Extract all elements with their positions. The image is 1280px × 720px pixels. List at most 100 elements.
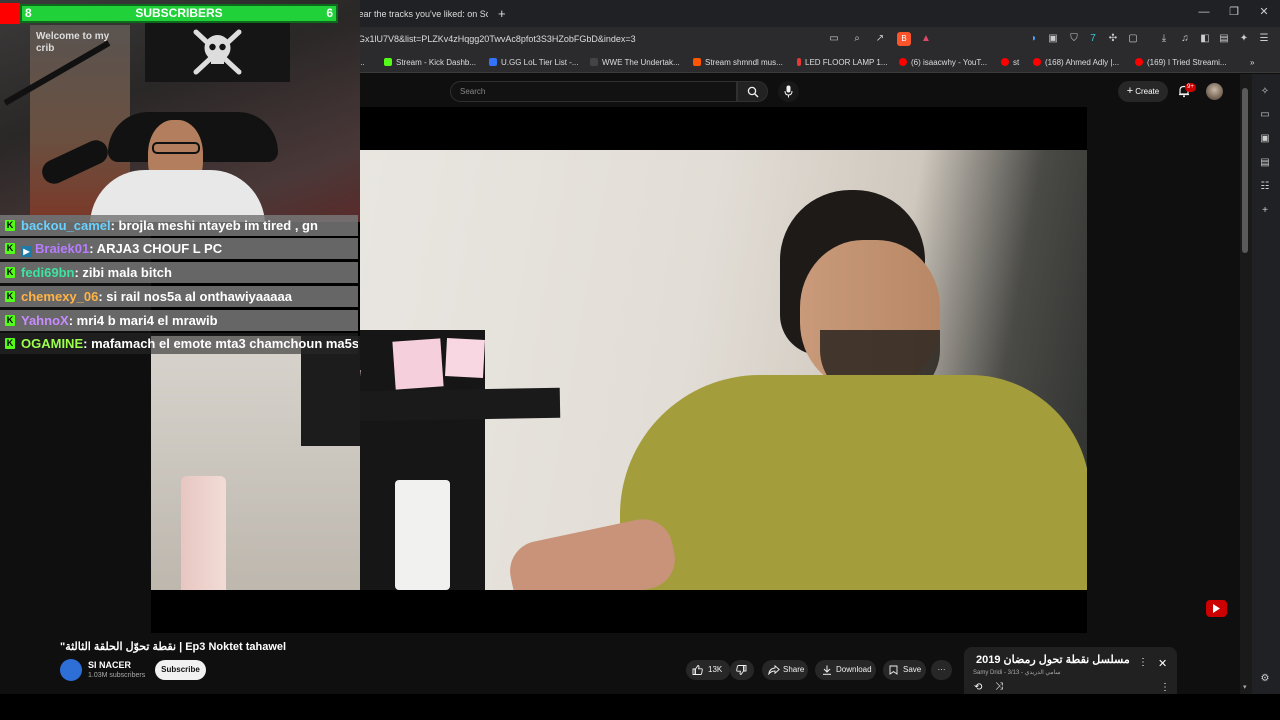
bookmark-item[interactable]: (168) Ahmed Adly |...	[1033, 56, 1128, 70]
minimize-button[interactable]: —	[1196, 4, 1212, 20]
shuffle-icon[interactable]: ⤨	[995, 681, 1003, 692]
playlist-meta: Samy Dridi - سامي الدريدي - 3/13	[973, 670, 1061, 676]
subscriber-badge: ▶	[21, 246, 32, 257]
webcam-overlay: Welcome to my crib	[0, 0, 360, 222]
channel-avatar[interactable]	[60, 659, 82, 681]
brave-rewards-icon[interactable]: ▲	[919, 32, 933, 46]
media-icon[interactable]: ♫	[1178, 32, 1192, 46]
youtube-icon	[1001, 58, 1009, 66]
bookmarks-more-button[interactable]: »	[1250, 56, 1260, 70]
more-actions-button[interactable]: ···	[931, 660, 952, 680]
leo-sidebar-icon[interactable]: ✧	[1258, 85, 1272, 99]
create-button[interactable]: + Create	[1118, 81, 1168, 102]
screen-cast-icon[interactable]: ▭	[827, 32, 841, 46]
notification-badge: 9+	[1185, 83, 1196, 92]
chat-username: backou_camel	[21, 218, 111, 233]
extension-box-icon[interactable]: ▢	[1126, 32, 1140, 46]
sidebar-settings-icon[interactable]: ⚙	[1258, 672, 1272, 686]
bookmark-item[interactable]: (6) isaacwhy - YouT...	[899, 56, 994, 70]
extensions-puzzle-icon[interactable]: ✣	[1106, 32, 1120, 46]
extension-image-icon[interactable]: ▣	[1046, 32, 1060, 46]
sidebar-bookmark-icon[interactable]: ▤	[1258, 156, 1272, 170]
channel-subscriber-count: 1.03M subscribers	[88, 672, 146, 679]
thumbs-down-icon	[736, 665, 747, 675]
youtube-icon	[899, 58, 907, 66]
bookmark-item[interactable]: Stream shmndl mus...	[693, 56, 788, 70]
voice-search-button[interactable]	[778, 81, 799, 102]
bookmark-label: WWE The Undertak...	[602, 58, 680, 67]
url-field[interactable]: Gx1lU7V8&list=PLZKv4zHqgg20TwvAc8pfot3S3…	[358, 34, 636, 44]
scrollbar-thumb[interactable]	[1242, 88, 1248, 253]
search-button[interactable]	[737, 81, 768, 102]
chat-message: K YahnoX: mri4 b mari4 el mrawib	[0, 310, 358, 331]
wwe-icon	[590, 58, 598, 66]
playlist-position: 3/13	[1007, 670, 1020, 676]
playlist-more-icon[interactable]: ⋮	[1160, 682, 1170, 693]
share-button[interactable]: Share	[762, 660, 808, 680]
close-playlist-icon[interactable]: ✕	[1158, 657, 1167, 670]
bookmark-item[interactable]: LED FLOOR LAMP 1...	[797, 56, 892, 70]
new-tab-button[interactable]: +	[498, 4, 512, 24]
like-button[interactable]: 13K	[686, 660, 730, 680]
kick-icon: K	[5, 243, 15, 254]
bookmark-item[interactable]: Stream - Kick Dashb...	[384, 56, 484, 70]
kick-icon: K	[5, 267, 15, 278]
wallet-icon[interactable]: ▤	[1217, 32, 1231, 46]
chat-username: YahnoX	[21, 313, 69, 328]
like-count: 13K	[708, 665, 723, 674]
kick-icon	[384, 58, 392, 66]
sticky-note	[392, 338, 444, 390]
chat-message: K backou_camel: brojla meshi ntayeb im t…	[0, 215, 358, 236]
tab-title: Hear the tracks you've liked: on Soun	[352, 9, 488, 19]
extension-shield-icon[interactable]: ⛉	[1067, 32, 1081, 46]
bookmark-item[interactable]: ...	[358, 56, 372, 70]
bookmark-label: st	[1013, 58, 1020, 67]
bottom-black-bar	[0, 694, 1280, 720]
loop-icon[interactable]: ⟲	[974, 682, 982, 693]
bookmark-item[interactable]: st	[1001, 56, 1031, 70]
browser-menu-icon[interactable]: ☰	[1257, 32, 1271, 46]
sticky-note	[445, 338, 485, 378]
downloads-icon[interactable]: ⤓	[1157, 32, 1171, 46]
dislike-button[interactable]	[730, 660, 754, 680]
download-button[interactable]: Download	[815, 660, 876, 680]
search-icon	[747, 86, 759, 98]
sub-count-right: 6	[326, 6, 333, 20]
chat-text: : zibi mala bitch	[74, 265, 172, 280]
sidebar-tabs-icon[interactable]: ▣	[1258, 132, 1272, 146]
download-icon	[823, 665, 831, 675]
channel-watermark[interactable]	[1206, 600, 1227, 617]
cup-shape	[395, 480, 450, 590]
brave-shield-icon[interactable]: B	[897, 32, 911, 46]
bookmark-label: Stream - Kick Dashb...	[396, 58, 477, 67]
extension-wave-icon[interactable]: ◗	[1027, 32, 1041, 46]
save-button[interactable]: Save	[883, 660, 926, 680]
extension-7tv-icon[interactable]: 7	[1086, 32, 1100, 46]
bookmark-item[interactable]: (169) I Tried Streami...	[1135, 56, 1235, 70]
playlist-title[interactable]: مسلسل نقطة تحول رمضان 2019	[976, 653, 1130, 666]
close-window-button[interactable]: ✕	[1256, 4, 1272, 20]
reading-list-icon[interactable]: ☷	[1258, 180, 1272, 194]
leo-ai-icon[interactable]: ✦	[1237, 32, 1251, 46]
chat-username: OGAMINE	[21, 336, 84, 351]
bookmark-item[interactable]: U.GG LoL Tier List -...	[489, 56, 579, 70]
bookmark-item[interactable]: WWE The Undertak...	[590, 56, 685, 70]
account-avatar[interactable]	[1206, 83, 1223, 100]
sidebar-add-icon[interactable]: +	[1258, 204, 1272, 218]
kick-icon: K	[5, 315, 15, 326]
sidebar-toggle-icon[interactable]: ◧	[1198, 32, 1212, 46]
playlist-menu-icon[interactable]: ⋮	[1138, 657, 1148, 668]
channel-name[interactable]: SI NACER	[88, 660, 131, 670]
youtube-icon	[1135, 58, 1143, 66]
browser-tab[interactable]: Hear the tracks you've liked: on Soun	[338, 4, 488, 24]
zoom-icon[interactable]: ⌕	[850, 32, 864, 46]
search-input[interactable]: Search	[450, 81, 737, 102]
scroll-down-arrow[interactable]: ▾	[1243, 683, 1247, 691]
subscribe-button[interactable]: Subscribe	[155, 660, 206, 680]
sidebar-media-icon[interactable]: ▭	[1258, 108, 1272, 122]
restore-button[interactable]: ❐	[1226, 4, 1242, 20]
chat-text: : ARJA3 CHOUF L PC	[89, 241, 223, 256]
save-playlist-icon	[889, 665, 898, 675]
kick-icon: K	[5, 220, 15, 231]
share-page-icon[interactable]: ↗	[873, 32, 887, 46]
